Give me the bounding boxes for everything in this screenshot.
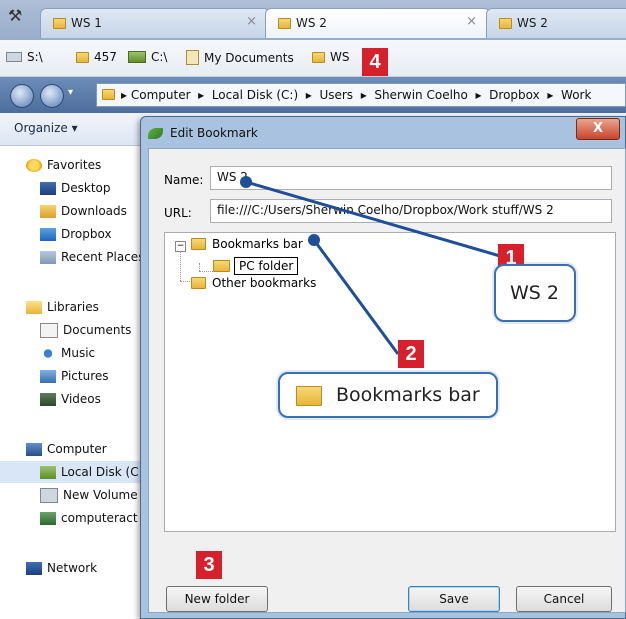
callout-line-1 xyxy=(245,180,501,258)
callout-text: WS 2 xyxy=(510,282,559,304)
callout-text: Bookmarks bar xyxy=(336,384,480,406)
callout-name-zoom: WS 2 xyxy=(494,264,576,322)
callout-badge-4: 4 xyxy=(362,48,388,76)
callout-bookmarks-bar-zoom: Bookmarks bar xyxy=(278,372,498,418)
callout-badge-3: 3 xyxy=(196,551,222,579)
callout-badge-2: 2 xyxy=(398,340,424,368)
callout-dot-2 xyxy=(308,234,320,246)
callout-dot-1 xyxy=(240,176,252,188)
folder-icon xyxy=(296,386,322,406)
callout-line-2 xyxy=(312,239,400,355)
